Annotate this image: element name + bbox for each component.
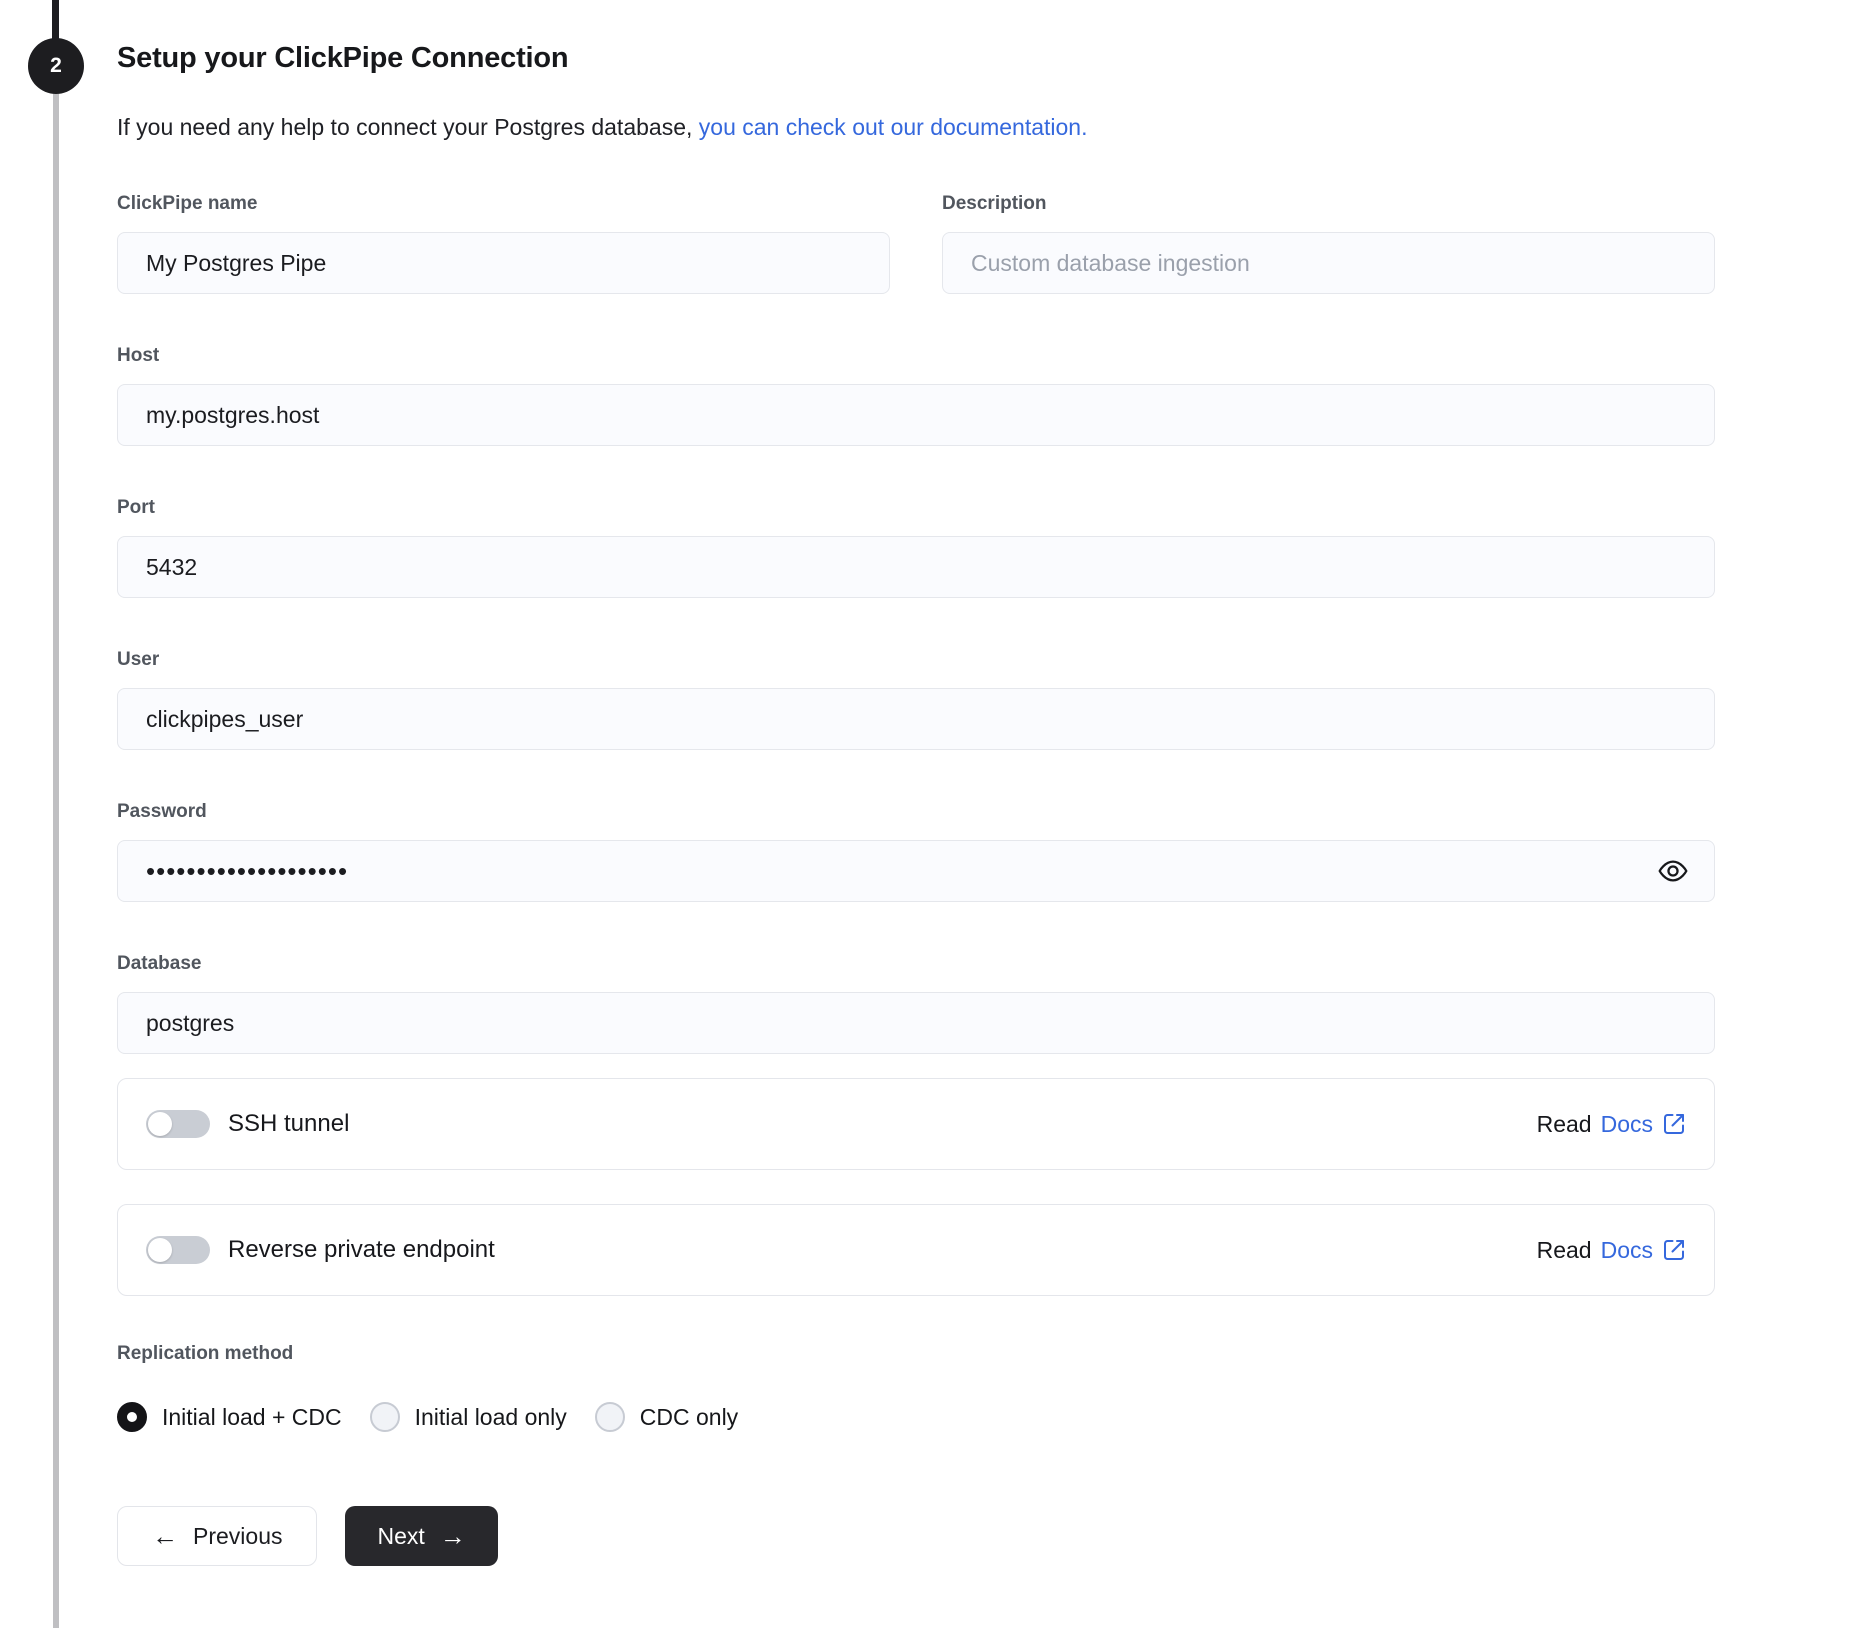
help-text-plain: If you need any help to connect your Pos…	[117, 114, 699, 140]
host-label: Host	[117, 345, 160, 366]
radio-icon	[594, 1402, 625, 1432]
ssh-tunnel-label: SSH tunnel	[228, 1110, 350, 1137]
step-number: 2	[50, 54, 62, 77]
field-user: User	[117, 648, 1715, 750]
radio-label: Initial load + CDC	[162, 1403, 342, 1430]
radio-icon	[117, 1402, 147, 1432]
external-link-icon	[1664, 1240, 1684, 1260]
field-port: Port	[117, 496, 1715, 598]
external-link-icon	[1664, 1114, 1684, 1134]
previous-button[interactable]: ← Previous	[117, 1506, 318, 1566]
form-actions: ← Previous Next →	[117, 1506, 1715, 1566]
next-button[interactable]: Next →	[345, 1506, 498, 1566]
clickpipe-connection-panel: Setup your ClickPipe Connection If you n…	[117, 40, 1715, 1566]
clickpipe-name-input[interactable]	[117, 232, 890, 294]
field-password: Password	[117, 800, 1715, 902]
arrow-left-icon: ←	[152, 1521, 178, 1551]
replication-method-group: Initial load + CDC Initial load only CDC…	[117, 1402, 1715, 1432]
page-title: Setup your ClickPipe Connection	[117, 42, 569, 74]
help-text: If you need any help to connect your Pos…	[117, 112, 1715, 142]
stepper-line-upcoming	[53, 94, 59, 1628]
field-host: Host	[117, 344, 1715, 446]
description-input[interactable]	[942, 232, 1715, 294]
password-input[interactable]	[117, 840, 1715, 902]
ssh-docs-link[interactable]: Docs	[1601, 1111, 1653, 1138]
user-input[interactable]	[117, 688, 1715, 750]
next-button-label: Next	[377, 1522, 425, 1549]
database-label: Database	[117, 953, 202, 974]
rpe-read-docs: Read Docs	[1537, 1237, 1686, 1264]
port-label: Port	[117, 497, 155, 518]
toggle-knob	[148, 1112, 172, 1136]
ssh-read-docs: Read Docs	[1537, 1111, 1686, 1138]
read-text: Read	[1536, 1236, 1592, 1263]
radio-option-initial-load-only[interactable]: Initial load only	[369, 1402, 567, 1432]
user-label: User	[117, 649, 160, 670]
radio-icon	[369, 1402, 400, 1432]
host-input[interactable]	[117, 384, 1715, 446]
toggle-knob	[148, 1238, 172, 1262]
ssh-tunnel-toggle[interactable]	[146, 1110, 210, 1138]
field-description: Description	[942, 192, 1715, 294]
documentation-link[interactable]: you can check out our documentation.	[699, 114, 1088, 140]
radio-option-initial-load-cdc[interactable]: Initial load + CDC	[117, 1402, 342, 1432]
ssh-tunnel-section: SSH tunnel Read Docs	[117, 1078, 1715, 1170]
reverse-private-endpoint-label: Reverse private endpoint	[228, 1236, 495, 1263]
description-label: Description	[942, 193, 1047, 214]
read-text: Read	[1536, 1110, 1592, 1137]
arrow-right-icon: →	[439, 1521, 466, 1551]
field-database: Database	[117, 952, 1715, 1054]
eye-icon	[1658, 860, 1688, 882]
reverse-private-endpoint-toggle[interactable]	[146, 1236, 210, 1264]
replication-method-label: Replication method	[117, 1343, 294, 1364]
field-clickpipe-name: ClickPipe name	[117, 192, 890, 294]
previous-button-label: Previous	[193, 1522, 283, 1549]
radio-label: CDC only	[639, 1403, 739, 1430]
port-input[interactable]	[117, 536, 1715, 598]
stepper-line-active	[52, 0, 59, 42]
reverse-private-endpoint-section: Reverse private endpoint Read Docs	[117, 1204, 1715, 1296]
password-label: Password	[117, 801, 207, 822]
password-visibility-toggle[interactable]	[1653, 851, 1693, 891]
connection-form: ClickPipe name Description Host Port Use…	[117, 192, 1715, 1566]
step-indicator: 2	[28, 38, 84, 94]
clickpipe-name-label: ClickPipe name	[117, 193, 258, 214]
database-input[interactable]	[117, 992, 1715, 1054]
radio-option-cdc-only[interactable]: CDC only	[594, 1402, 739, 1432]
rpe-docs-link[interactable]: Docs	[1601, 1237, 1653, 1264]
radio-label: Initial load only	[414, 1403, 567, 1430]
